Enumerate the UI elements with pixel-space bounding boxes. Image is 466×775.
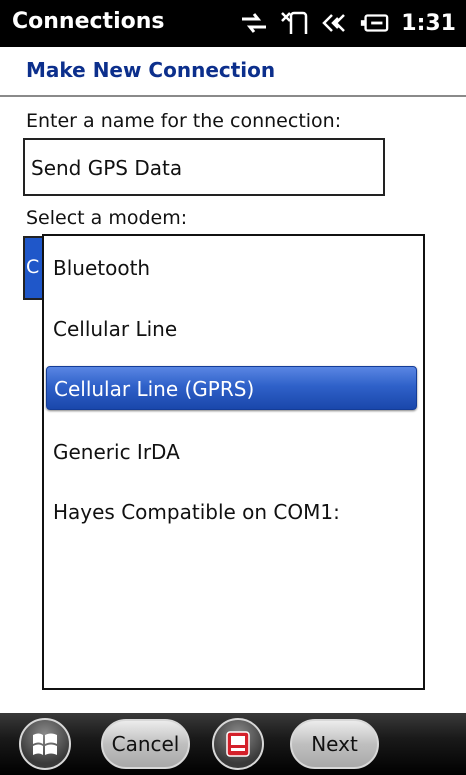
bottom-app-bar: Cancel Next	[0, 713, 466, 775]
option-label: Generic IrDA	[53, 440, 180, 464]
modem-option-cellular-line-gprs[interactable]: Cellular Line (GPRS)	[46, 366, 417, 410]
modem-option-cellular-line[interactable]: Cellular Line	[46, 307, 417, 351]
modem-label: Select a modem:	[26, 207, 188, 229]
title-bar: Connections 1:31	[0, 0, 466, 47]
next-button[interactable]: Next	[290, 719, 379, 769]
connectivity-arrows-icon[interactable]	[239, 8, 269, 38]
clock: 1:31	[401, 10, 456, 36]
modem-select-value: C	[26, 256, 40, 278]
cancel-button[interactable]: Cancel	[101, 719, 190, 769]
page-title: Make New Connection	[26, 58, 276, 82]
next-button-label: Next	[311, 732, 358, 756]
connection-name-label: Enter a name for the connection:	[26, 110, 342, 132]
modem-option-hayes-com1[interactable]: Hayes Compatible on COM1:	[46, 490, 417, 534]
page-header: Make New Connection	[0, 47, 466, 97]
app-title: Connections	[12, 9, 165, 34]
connection-name-field[interactable]: Send GPS Data	[23, 138, 385, 196]
modem-option-bluetooth[interactable]: Bluetooth	[46, 246, 417, 290]
volume-icon[interactable]	[319, 8, 349, 38]
windows-logo-icon	[33, 733, 57, 755]
signal-off-icon[interactable]	[279, 8, 309, 38]
start-button[interactable]	[19, 718, 71, 770]
status-icons: 1:31	[239, 8, 456, 38]
keyboard-icon	[226, 731, 250, 757]
option-label: Hayes Compatible on COM1:	[53, 500, 340, 524]
modem-dropdown-list[interactable]: Bluetooth Cellular Line Cellular Line (G…	[42, 234, 425, 690]
connection-name-value: Send GPS Data	[31, 156, 183, 180]
cancel-button-label: Cancel	[111, 732, 180, 756]
modem-option-generic-irda[interactable]: Generic IrDA	[46, 430, 417, 474]
keyboard-button[interactable]	[212, 718, 264, 770]
option-label: Bluetooth	[53, 256, 151, 280]
option-label: Cellular Line (GPRS)	[54, 377, 255, 401]
battery-charging-icon[interactable]	[359, 8, 389, 38]
option-label: Cellular Line	[53, 317, 178, 341]
